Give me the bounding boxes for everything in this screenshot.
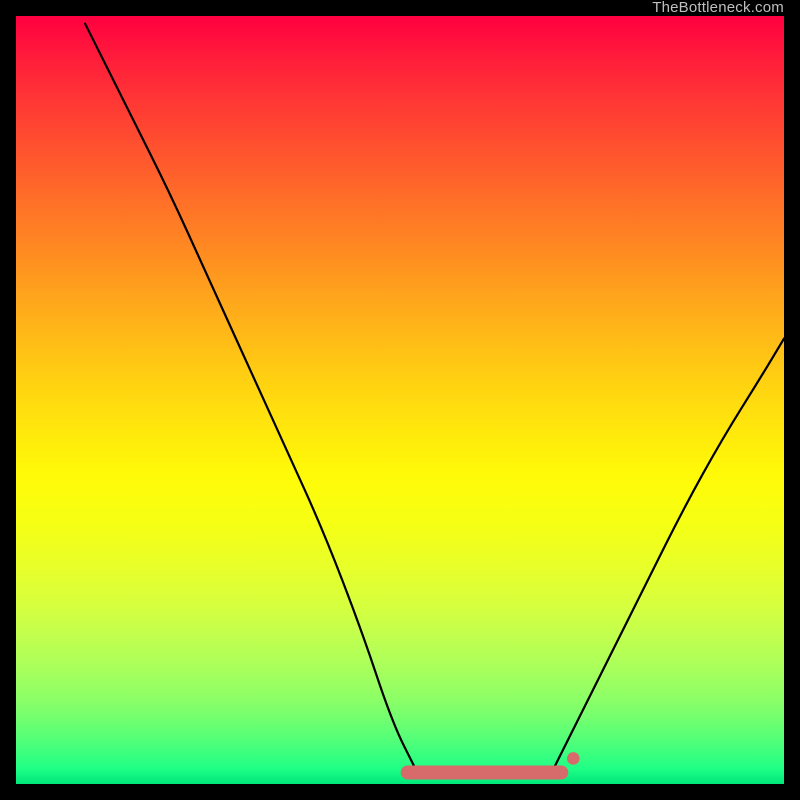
chart-frame: TheBottleneck.com — [0, 0, 800, 800]
flat-bottom-band — [408, 752, 580, 772]
plot-svg — [16, 16, 784, 784]
curve-left-path — [85, 24, 415, 769]
curve-right-path — [554, 339, 784, 769]
plot-area — [16, 16, 784, 784]
flat-bottom-end-dot — [567, 752, 580, 765]
watermark-text: TheBottleneck.com — [652, 0, 784, 16]
